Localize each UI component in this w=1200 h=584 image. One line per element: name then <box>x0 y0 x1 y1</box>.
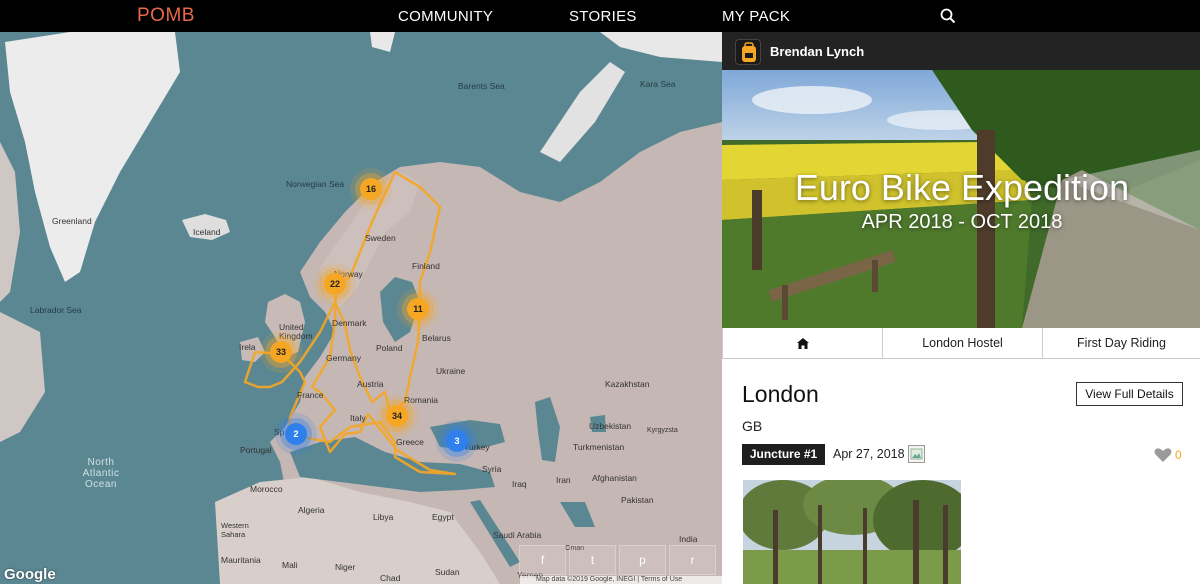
facebook-share-icon[interactable]: f <box>519 545 566 575</box>
label-uzbekistan: Uzbekistan <box>589 421 632 431</box>
label-kyrgyzstan: Kyrgyzsta <box>647 427 678 434</box>
label-iran: Iran <box>556 475 571 485</box>
label-pakistan: Pakistan <box>621 495 654 505</box>
label-sudan: Sudan <box>435 567 460 577</box>
map-cluster-marker[interactable]: 22 <box>324 273 346 295</box>
label-norwegian-sea: Norwegian Sea <box>286 179 345 189</box>
trip-title: Euro Bike Expedition <box>794 167 1130 208</box>
map-cluster-marker[interactable]: 16 <box>360 178 382 200</box>
user-name[interactable]: Brendan Lynch <box>770 44 864 59</box>
label-finland: Finland <box>412 261 440 271</box>
label-greenland: Greenland <box>52 216 92 226</box>
user-bar: Brendan Lynch <box>722 32 1200 70</box>
like-count: 0 <box>1175 448 1182 462</box>
search-icon[interactable] <box>940 8 956 24</box>
nav-my-pack[interactable]: MY PACK <box>722 8 790 25</box>
hero-image: Euro Bike Expedition APR 2018 - OCT 2018 <box>722 70 1200 328</box>
twitter-share-icon[interactable]: t <box>569 545 616 575</box>
label-romania: Romania <box>404 395 439 405</box>
map-base <box>0 32 722 584</box>
map-cluster-marker[interactable]: 11 <box>407 298 429 320</box>
label-portugal: Portugal <box>240 445 272 455</box>
weather-image-icon <box>908 445 925 463</box>
trip-dates: APR 2018 - OCT 2018 <box>861 211 1063 233</box>
juncture-place-name: London <box>742 381 819 407</box>
label-egypt: Egypt <box>432 512 454 522</box>
google-logo: Google <box>4 566 56 583</box>
label-italy: Italy <box>350 413 366 423</box>
reddit-share-icon[interactable]: r <box>669 545 716 575</box>
tab-london-hostel[interactable]: London Hostel <box>883 328 1043 359</box>
label-greece: Greece <box>396 437 424 447</box>
label-mali: Mali <box>282 560 298 570</box>
map-cluster-marker[interactable]: 2 <box>285 423 307 445</box>
label-belarus: Belarus <box>422 333 451 343</box>
map-attribution[interactable]: Map data ©2019 Google, INEGI | Terms of … <box>520 576 722 584</box>
label-iceland: Iceland <box>193 227 221 237</box>
label-united-kingdom: United Kingdom <box>279 322 313 341</box>
tab-first-day-riding[interactable]: First Day Riding <box>1043 328 1200 359</box>
nav-stories[interactable]: STORIES <box>569 8 637 25</box>
label-germany: Germany <box>326 353 361 363</box>
heart-icon[interactable] <box>1154 447 1172 463</box>
trip-map[interactable]: Barents Sea Kara Sea Norwegian Sea Green… <box>0 32 722 584</box>
share-bar: f t p r <box>519 545 722 575</box>
label-mauritania: Mauritania <box>221 555 261 565</box>
home-icon <box>796 338 809 350</box>
like-control[interactable]: 0 <box>1154 447 1194 465</box>
map-cluster-marker[interactable]: 3 <box>446 430 468 452</box>
label-syria: Syria <box>482 464 502 474</box>
backpack-avatar-icon[interactable] <box>735 39 761 65</box>
story-panel: Brendan Lynch Euro Bike Expedition APR 2… <box>722 32 1200 584</box>
label-libya: Libya <box>373 512 394 522</box>
label-north-atlantic-ocean: North Atlantic Ocean <box>82 457 120 490</box>
label-ukraine: Ukraine <box>436 366 466 376</box>
label-morocco: Morocco <box>250 484 283 494</box>
nav-community[interactable]: COMMUNITY <box>398 8 493 25</box>
label-labrador-sea: Labrador Sea <box>30 305 82 315</box>
juncture-date: Apr 27, 2018 <box>833 447 905 461</box>
label-chad: Chad <box>380 573 401 583</box>
label-sweden: Sweden <box>365 233 396 243</box>
juncture-badge: Juncture #1 <box>742 444 825 465</box>
label-spain: Sp <box>274 427 285 437</box>
label-iraq: Iraq <box>512 479 527 489</box>
map-cluster-marker[interactable]: 34 <box>386 405 408 427</box>
juncture-country: GB <box>742 418 763 434</box>
label-algeria: Algeria <box>298 505 325 515</box>
label-barents-sea: Barents Sea <box>458 81 505 91</box>
label-poland: Poland <box>376 343 403 353</box>
label-western-sahara: Western Sahara <box>221 521 249 539</box>
label-kazakhstan: Kazakhstan <box>605 379 650 389</box>
label-austria: Austria <box>357 379 384 389</box>
pinterest-share-icon[interactable]: p <box>619 545 666 575</box>
view-full-details-button[interactable]: View Full Details <box>1076 382 1183 406</box>
map-cluster-marker[interactable]: 33 <box>270 341 292 363</box>
label-kara-sea: Kara Sea <box>640 79 676 89</box>
label-afghanistan: Afghanistan <box>592 473 637 483</box>
top-nav: POMB COMMUNITY STORIES MY PACK <box>0 0 1200 32</box>
juncture-photo[interactable] <box>743 480 961 584</box>
label-saudi-arabia: Saudi Arabia <box>493 530 542 540</box>
label-france: France <box>297 390 324 400</box>
brand-logo[interactable]: POMB <box>137 5 195 27</box>
label-niger: Niger <box>335 562 356 572</box>
juncture-tabs: London Hostel First Day Riding <box>722 328 1200 359</box>
label-india: India <box>679 534 698 544</box>
label-denmark: Denmark <box>332 318 367 328</box>
label-ireland: Irela <box>239 342 256 352</box>
label-turkmenistan: Turkmenistan <box>573 442 625 452</box>
tab-home[interactable] <box>722 328 883 359</box>
label-turkey: Turkey <box>464 442 490 452</box>
